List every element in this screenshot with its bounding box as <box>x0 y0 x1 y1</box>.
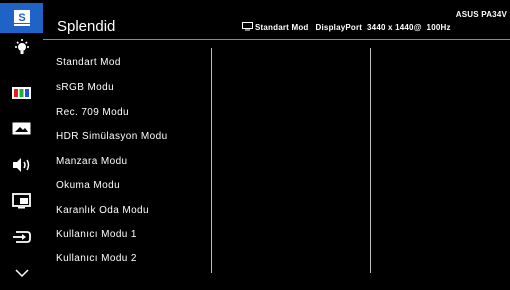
status-bar: Standart Mod DisplayPort 3440 x 1440@ 10… <box>242 22 451 33</box>
menu-item-srgb[interactable]: sRGB Modu <box>56 82 114 93</box>
page-title: Splendid <box>57 18 116 35</box>
sidebar-item-splendid[interactable]: S <box>0 3 43 33</box>
menu-item-user-mode-1[interactable]: Kullanıcı Modu 1 <box>56 229 137 240</box>
menu-item-standart-mod[interactable]: Standart Mod <box>56 57 121 68</box>
sidebar-item-image[interactable] <box>0 114 43 144</box>
model-name: ASUS PA34V <box>455 10 507 19</box>
menu-item-scenery[interactable]: Manzara Modu <box>56 156 128 167</box>
brightness-icon <box>14 39 29 54</box>
image-icon <box>12 122 30 135</box>
sidebar-item-input[interactable] <box>0 222 43 252</box>
menu-item-rec709[interactable]: Rec. 709 Modu <box>56 107 129 118</box>
menu-item-darkroom[interactable]: Karanlık Oda Modu <box>56 205 149 216</box>
menu-item-user-mode-2[interactable]: Kullanıcı Modu 2 <box>56 253 137 264</box>
svg-text:S: S <box>18 12 25 24</box>
chevron-down-icon <box>14 269 29 278</box>
input-info-label: DisplayPort 3440 x 1440@ 100Hz <box>315 23 451 32</box>
monitor-icon <box>242 22 253 33</box>
pip-icon <box>11 193 31 209</box>
sidebar-item-color[interactable] <box>0 78 43 108</box>
color-bars-icon <box>11 87 31 99</box>
input-select-icon <box>12 231 31 243</box>
speaker-icon <box>12 158 29 172</box>
menu-item-hdr-simulation[interactable]: HDR Simülasyon Modu <box>56 131 168 142</box>
column-divider-2 <box>370 48 371 273</box>
column-divider-1 <box>211 48 212 273</box>
sidebar-item-more[interactable] <box>0 258 43 288</box>
splendid-s-icon: S <box>13 10 30 26</box>
sidebar: S <box>0 0 43 290</box>
header-divider <box>43 39 510 40</box>
sidebar-item-brightness[interactable] <box>0 33 43 63</box>
menu-item-reading[interactable]: Okuma Modu <box>56 180 120 191</box>
sidebar-item-sound[interactable] <box>0 150 43 180</box>
sidebar-item-pip[interactable] <box>0 186 43 216</box>
current-mode-label: Standart Mod <box>255 23 309 32</box>
